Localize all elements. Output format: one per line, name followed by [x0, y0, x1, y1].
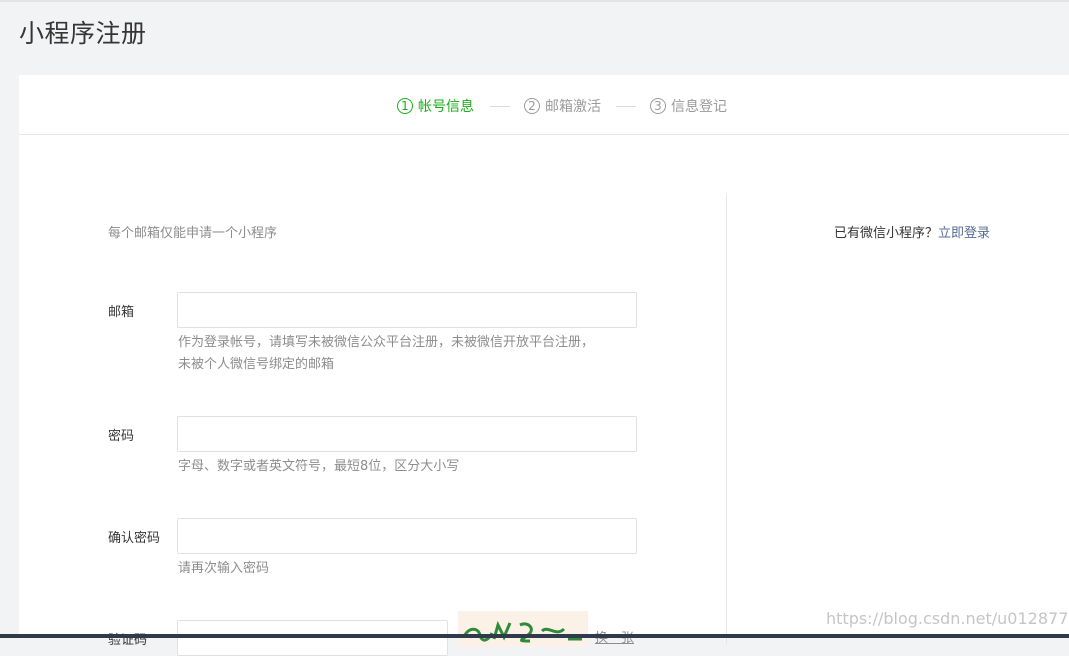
vertical-divider	[726, 194, 727, 644]
captcha-glyphs	[462, 620, 582, 643]
password-hint: 字母、数字或者英文符号，最短8位，区分大小写	[178, 459, 460, 474]
email-hint-line1: 作为登录帐号，请填写未被微信公众平台注册，未被微信开放平台注册，	[178, 335, 595, 350]
step-indicator: 1 帐号信息 2 邮箱激活 3 信息登记	[19, 75, 1069, 135]
confirm-password-label: 确认密码	[108, 531, 161, 546]
step-connector	[616, 106, 636, 107]
step-label: 邮箱激活	[545, 99, 601, 115]
step-number-2: 2	[524, 98, 540, 114]
bottom-bar	[0, 634, 1069, 638]
top-border	[0, 0, 1069, 2]
captcha-input[interactable]	[177, 620, 448, 656]
step-label: 信息登记	[671, 99, 727, 115]
form-tip: 每个邮箱仅能申请一个小程序	[108, 226, 278, 241]
step-email-activation: 2 邮箱激活	[524, 95, 601, 117]
step-label: 帐号信息	[418, 99, 474, 115]
password-label: 密码	[108, 429, 135, 444]
email-hint: 作为登录帐号，请填写未被微信公众平台注册，未被微信开放平台注册， 未被个人微信号…	[178, 332, 638, 376]
password-input[interactable]	[177, 416, 637, 452]
confirm-password-input[interactable]	[177, 518, 637, 554]
email-input[interactable]	[177, 292, 637, 328]
step-number-3: 3	[650, 98, 666, 114]
email-label: 邮箱	[108, 305, 135, 320]
captcha-label: 验证码	[108, 633, 148, 648]
login-now-link[interactable]: 立即登录	[938, 226, 990, 241]
confirm-password-hint: 请再次输入密码	[178, 561, 270, 576]
registration-card: 1 帐号信息 2 邮箱激活 3 信息登记 每个邮箱仅能申请一个小程序 已有微信小…	[19, 75, 1069, 656]
existing-account-text: 已有微信小程序？	[834, 226, 939, 241]
email-hint-line2: 未被个人微信号绑定的邮箱	[178, 357, 335, 372]
step-connector	[490, 106, 510, 107]
step-info-registration: 3 信息登记	[650, 95, 727, 117]
step-account-info: 1 帐号信息	[397, 95, 474, 117]
captcha-image[interactable]	[458, 611, 588, 647]
step-number-1: 1	[397, 98, 413, 114]
existing-account-tip: 已有微信小程序？立即登录	[834, 222, 990, 241]
watermark: https://blog.csdn.net/u012877217	[826, 609, 1069, 628]
page-title: 小程序注册	[19, 19, 147, 48]
